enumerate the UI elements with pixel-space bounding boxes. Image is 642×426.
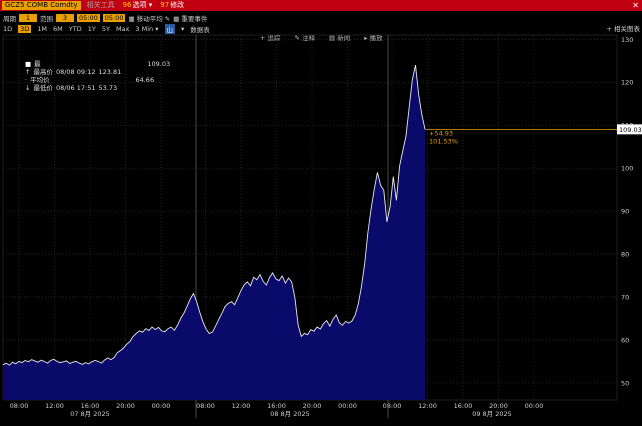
legend-high: ↑ 最高价 08/08 09:12 123.81 [25,68,122,76]
x-tick-label: 20:00 [303,402,322,410]
pct-annotation: 101.53% [429,137,458,145]
y-tick-label: 50 [621,379,629,387]
x-tick-label: 12:00 [45,402,64,410]
x-tick-label: 00:00 [525,402,544,410]
x-tick-label: 12:00 [232,402,251,410]
chart-legend: ■ 最 109.03 ↑ 最高价 08/08 09:12 123.81 · 平均价 64.66… [25,60,170,92]
x-tick-label: 08:00 [196,402,215,410]
y-tick-label: 60 [621,336,629,344]
day-label: 07 8月 2025 [70,410,110,418]
day-label: 09 8月 2025 [472,410,512,418]
x-tick-label: 16:00 [454,402,473,410]
legend-avg: · 平均价 64.66 [25,76,155,84]
legend-last: ■ 最 109.03 [25,60,171,68]
y-tick-label: 130 [621,36,633,44]
x-tick-label: 00:00 [152,402,171,410]
x-tick-label: 20:00 [116,402,135,410]
x-tick-label: 12:00 [418,402,437,410]
legend-low: ↓ 最低价 08/06 17:51 53.73 [25,84,118,92]
change-annotation: +54.93 [429,129,453,137]
y-tick-label: 120 [621,79,633,87]
day-label: 08 8月 2025 [270,410,310,418]
x-tick-label: 16:00 [81,402,100,410]
x-tick-label: 16:00 [267,402,286,410]
x-tick-label: 08:00 [10,402,29,410]
price-area [3,65,425,400]
y-tick-label: 70 [621,293,629,301]
x-tick-label: 00:00 [338,402,357,410]
y-tick-label: 80 [621,251,629,259]
y-tick-label: 100 [621,165,633,173]
x-tick-label: 08:00 [383,402,402,410]
x-tick-label: 20:00 [489,402,508,410]
last-price-label: 109.03 [619,126,642,134]
y-tick-label: 90 [621,208,629,216]
